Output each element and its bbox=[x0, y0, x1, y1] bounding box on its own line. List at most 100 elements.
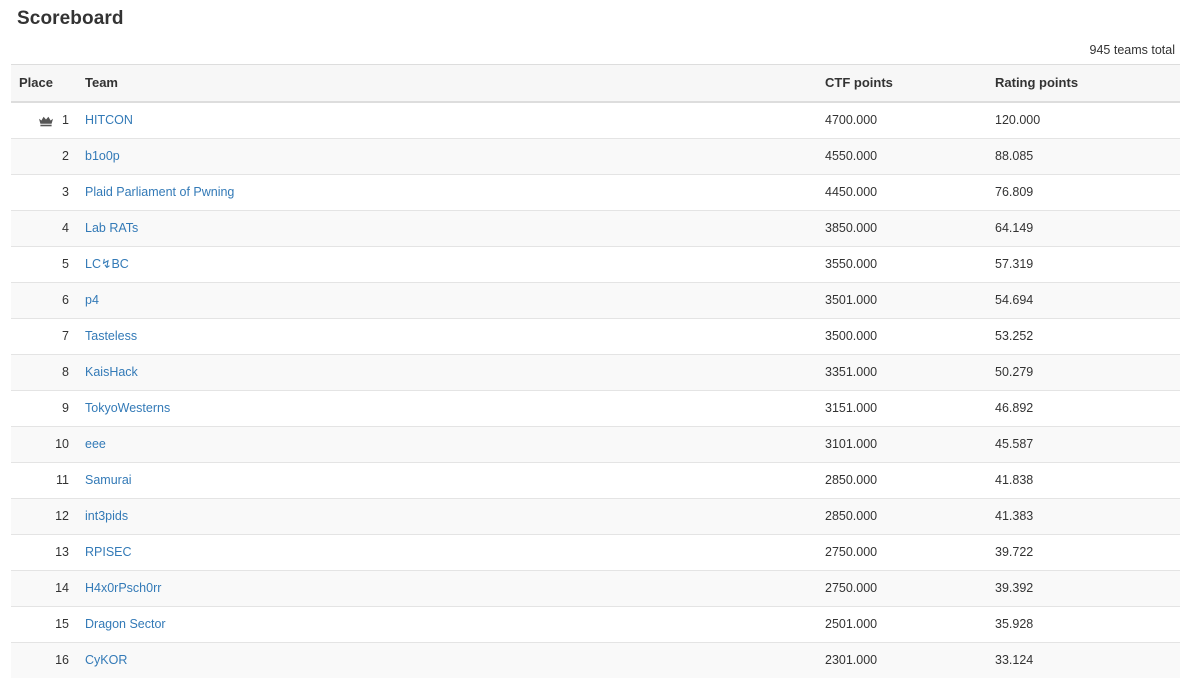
cell-team: HITCON bbox=[77, 102, 817, 139]
cell-rating-points: 120.000 bbox=[987, 102, 1180, 139]
column-header-place[interactable]: Place bbox=[11, 65, 77, 103]
place-number: 13 bbox=[55, 545, 69, 559]
cell-ctf-points: 2850.000 bbox=[817, 499, 987, 535]
cell-rating-points: 39.392 bbox=[987, 571, 1180, 607]
team-link[interactable]: int3pids bbox=[85, 509, 128, 523]
cell-team: Lab RATs bbox=[77, 211, 817, 247]
table-header: Place Team CTF points Rating points bbox=[11, 65, 1180, 103]
team-link[interactable]: HITCON bbox=[85, 113, 133, 127]
cell-team: LC↯BC bbox=[77, 247, 817, 283]
team-link[interactable]: Samurai bbox=[85, 473, 132, 487]
cell-team: TokyoWesterns bbox=[77, 391, 817, 427]
cell-place: 14 bbox=[11, 571, 77, 607]
cell-place: 13 bbox=[11, 535, 77, 571]
team-link[interactable]: b1o0p bbox=[85, 149, 120, 163]
cell-ctf-points: 4550.000 bbox=[817, 139, 987, 175]
cell-place: 6 bbox=[11, 283, 77, 319]
cell-team: CyKOR bbox=[77, 643, 817, 678]
cell-ctf-points: 4450.000 bbox=[817, 175, 987, 211]
cell-ctf-points: 3151.000 bbox=[817, 391, 987, 427]
cell-rating-points: 46.892 bbox=[987, 391, 1180, 427]
cell-ctf-points: 3501.000 bbox=[817, 283, 987, 319]
cell-rating-points: 41.838 bbox=[987, 463, 1180, 499]
cell-rating-points: 50.279 bbox=[987, 355, 1180, 391]
place-number: 6 bbox=[62, 293, 69, 307]
cell-ctf-points: 3850.000 bbox=[817, 211, 987, 247]
cell-rating-points: 64.149 bbox=[987, 211, 1180, 247]
table-row: 13RPISEC2750.00039.722 bbox=[11, 535, 1180, 571]
cell-rating-points: 88.085 bbox=[987, 139, 1180, 175]
team-link[interactable]: Tasteless bbox=[85, 329, 137, 343]
cell-rating-points: 33.124 bbox=[987, 643, 1180, 678]
table-row: 9 TokyoWesterns 3151.00046.892 bbox=[11, 391, 1180, 427]
team-link[interactable]: KaisHack bbox=[85, 365, 138, 379]
cell-ctf-points: 2750.000 bbox=[817, 571, 987, 607]
column-header-rating-points[interactable]: Rating points bbox=[987, 65, 1180, 103]
table-row: 8 KaisHack 3351.00050.279 bbox=[11, 355, 1180, 391]
column-header-ctf-points[interactable]: CTF points bbox=[817, 65, 987, 103]
cell-rating-points: 39.722 bbox=[987, 535, 1180, 571]
cell-ctf-points: 2301.000 bbox=[817, 643, 987, 678]
place-number: 2 bbox=[62, 149, 69, 163]
cell-ctf-points: 4700.000 bbox=[817, 102, 987, 139]
cell-ctf-points: 3101.000 bbox=[817, 427, 987, 463]
team-link[interactable]: Plaid Parliament of Pwning bbox=[85, 185, 234, 199]
cell-rating-points: 54.694 bbox=[987, 283, 1180, 319]
scoreboard-table: Place Team CTF points Rating points 1 HIT… bbox=[11, 64, 1180, 678]
team-link[interactable]: p4 bbox=[85, 293, 99, 307]
table-row: 1 HITCON 4700.000120.000 bbox=[11, 102, 1180, 139]
table-row: 7 Tasteless 3500.00053.252 bbox=[11, 319, 1180, 355]
column-header-team[interactable]: Team bbox=[77, 65, 817, 103]
cell-rating-points: 35.928 bbox=[987, 607, 1180, 643]
table-row: 11 Samurai 2850.00041.838 bbox=[11, 463, 1180, 499]
cell-place: 10 bbox=[11, 427, 77, 463]
team-link[interactable]: H4x0rPsch0rr bbox=[85, 581, 161, 595]
team-link[interactable]: LC↯BC bbox=[85, 257, 129, 271]
teams-total-label: 945 teams total bbox=[11, 32, 1180, 64]
cell-team: p4 bbox=[77, 283, 817, 319]
cell-place: 2 bbox=[11, 139, 77, 175]
place-number: 5 bbox=[62, 257, 69, 271]
cell-rating-points: 53.252 bbox=[987, 319, 1180, 355]
cell-ctf-points: 3351.000 bbox=[817, 355, 987, 391]
team-link[interactable]: eee bbox=[85, 437, 106, 451]
cell-ctf-points: 2850.000 bbox=[817, 463, 987, 499]
table-row: 12int3pids2850.00041.383 bbox=[11, 499, 1180, 535]
team-link[interactable]: Lab RATs bbox=[85, 221, 138, 235]
cell-team: KaisHack bbox=[77, 355, 817, 391]
cell-place: 7 bbox=[11, 319, 77, 355]
place-number: 12 bbox=[55, 509, 69, 523]
page-title: Scoreboard bbox=[11, 0, 1180, 32]
table-row: 4 Lab RATs 3850.00064.149 bbox=[11, 211, 1180, 247]
cell-ctf-points: 3550.000 bbox=[817, 247, 987, 283]
team-link[interactable]: RPISEC bbox=[85, 545, 132, 559]
table-header-row: Place Team CTF points Rating points bbox=[11, 65, 1180, 103]
cell-ctf-points: 3500.000 bbox=[817, 319, 987, 355]
place-number: 3 bbox=[62, 185, 69, 199]
place-number: 15 bbox=[55, 617, 69, 631]
place-number: 1 bbox=[62, 113, 69, 127]
cell-place: 1 bbox=[11, 102, 77, 139]
cell-team: eee bbox=[77, 427, 817, 463]
scoreboard-page: Scoreboard 945 teams total Place Team CT… bbox=[0, 0, 1191, 640]
team-link[interactable]: CyKOR bbox=[85, 653, 127, 667]
table-row: 6 p4 3501.00054.694 bbox=[11, 283, 1180, 319]
place-number: 10 bbox=[55, 437, 69, 451]
table-row: 3Plaid Parliament of Pwning4450.00076.80… bbox=[11, 175, 1180, 211]
cell-place: 4 bbox=[11, 211, 77, 247]
team-link[interactable]: TokyoWesterns bbox=[85, 401, 170, 415]
cell-place: 11 bbox=[11, 463, 77, 499]
place-number: 11 bbox=[56, 473, 69, 487]
table-row: 16 CyKOR 2301.00033.124 bbox=[11, 643, 1180, 678]
cell-team: H4x0rPsch0rr bbox=[77, 571, 817, 607]
team-link[interactable]: Dragon Sector bbox=[85, 617, 166, 631]
place-number: 8 bbox=[62, 365, 69, 379]
cell-place: 16 bbox=[11, 643, 77, 678]
table-row: 14 H4x0rPsch0rr 2750.00039.392 bbox=[11, 571, 1180, 607]
cell-place: 8 bbox=[11, 355, 77, 391]
table-row: 2 b1o0p 4550.00088.085 bbox=[11, 139, 1180, 175]
cell-team: int3pids bbox=[77, 499, 817, 535]
cell-place: 15 bbox=[11, 607, 77, 643]
cell-place: 9 bbox=[11, 391, 77, 427]
cell-team: Dragon Sector bbox=[77, 607, 817, 643]
